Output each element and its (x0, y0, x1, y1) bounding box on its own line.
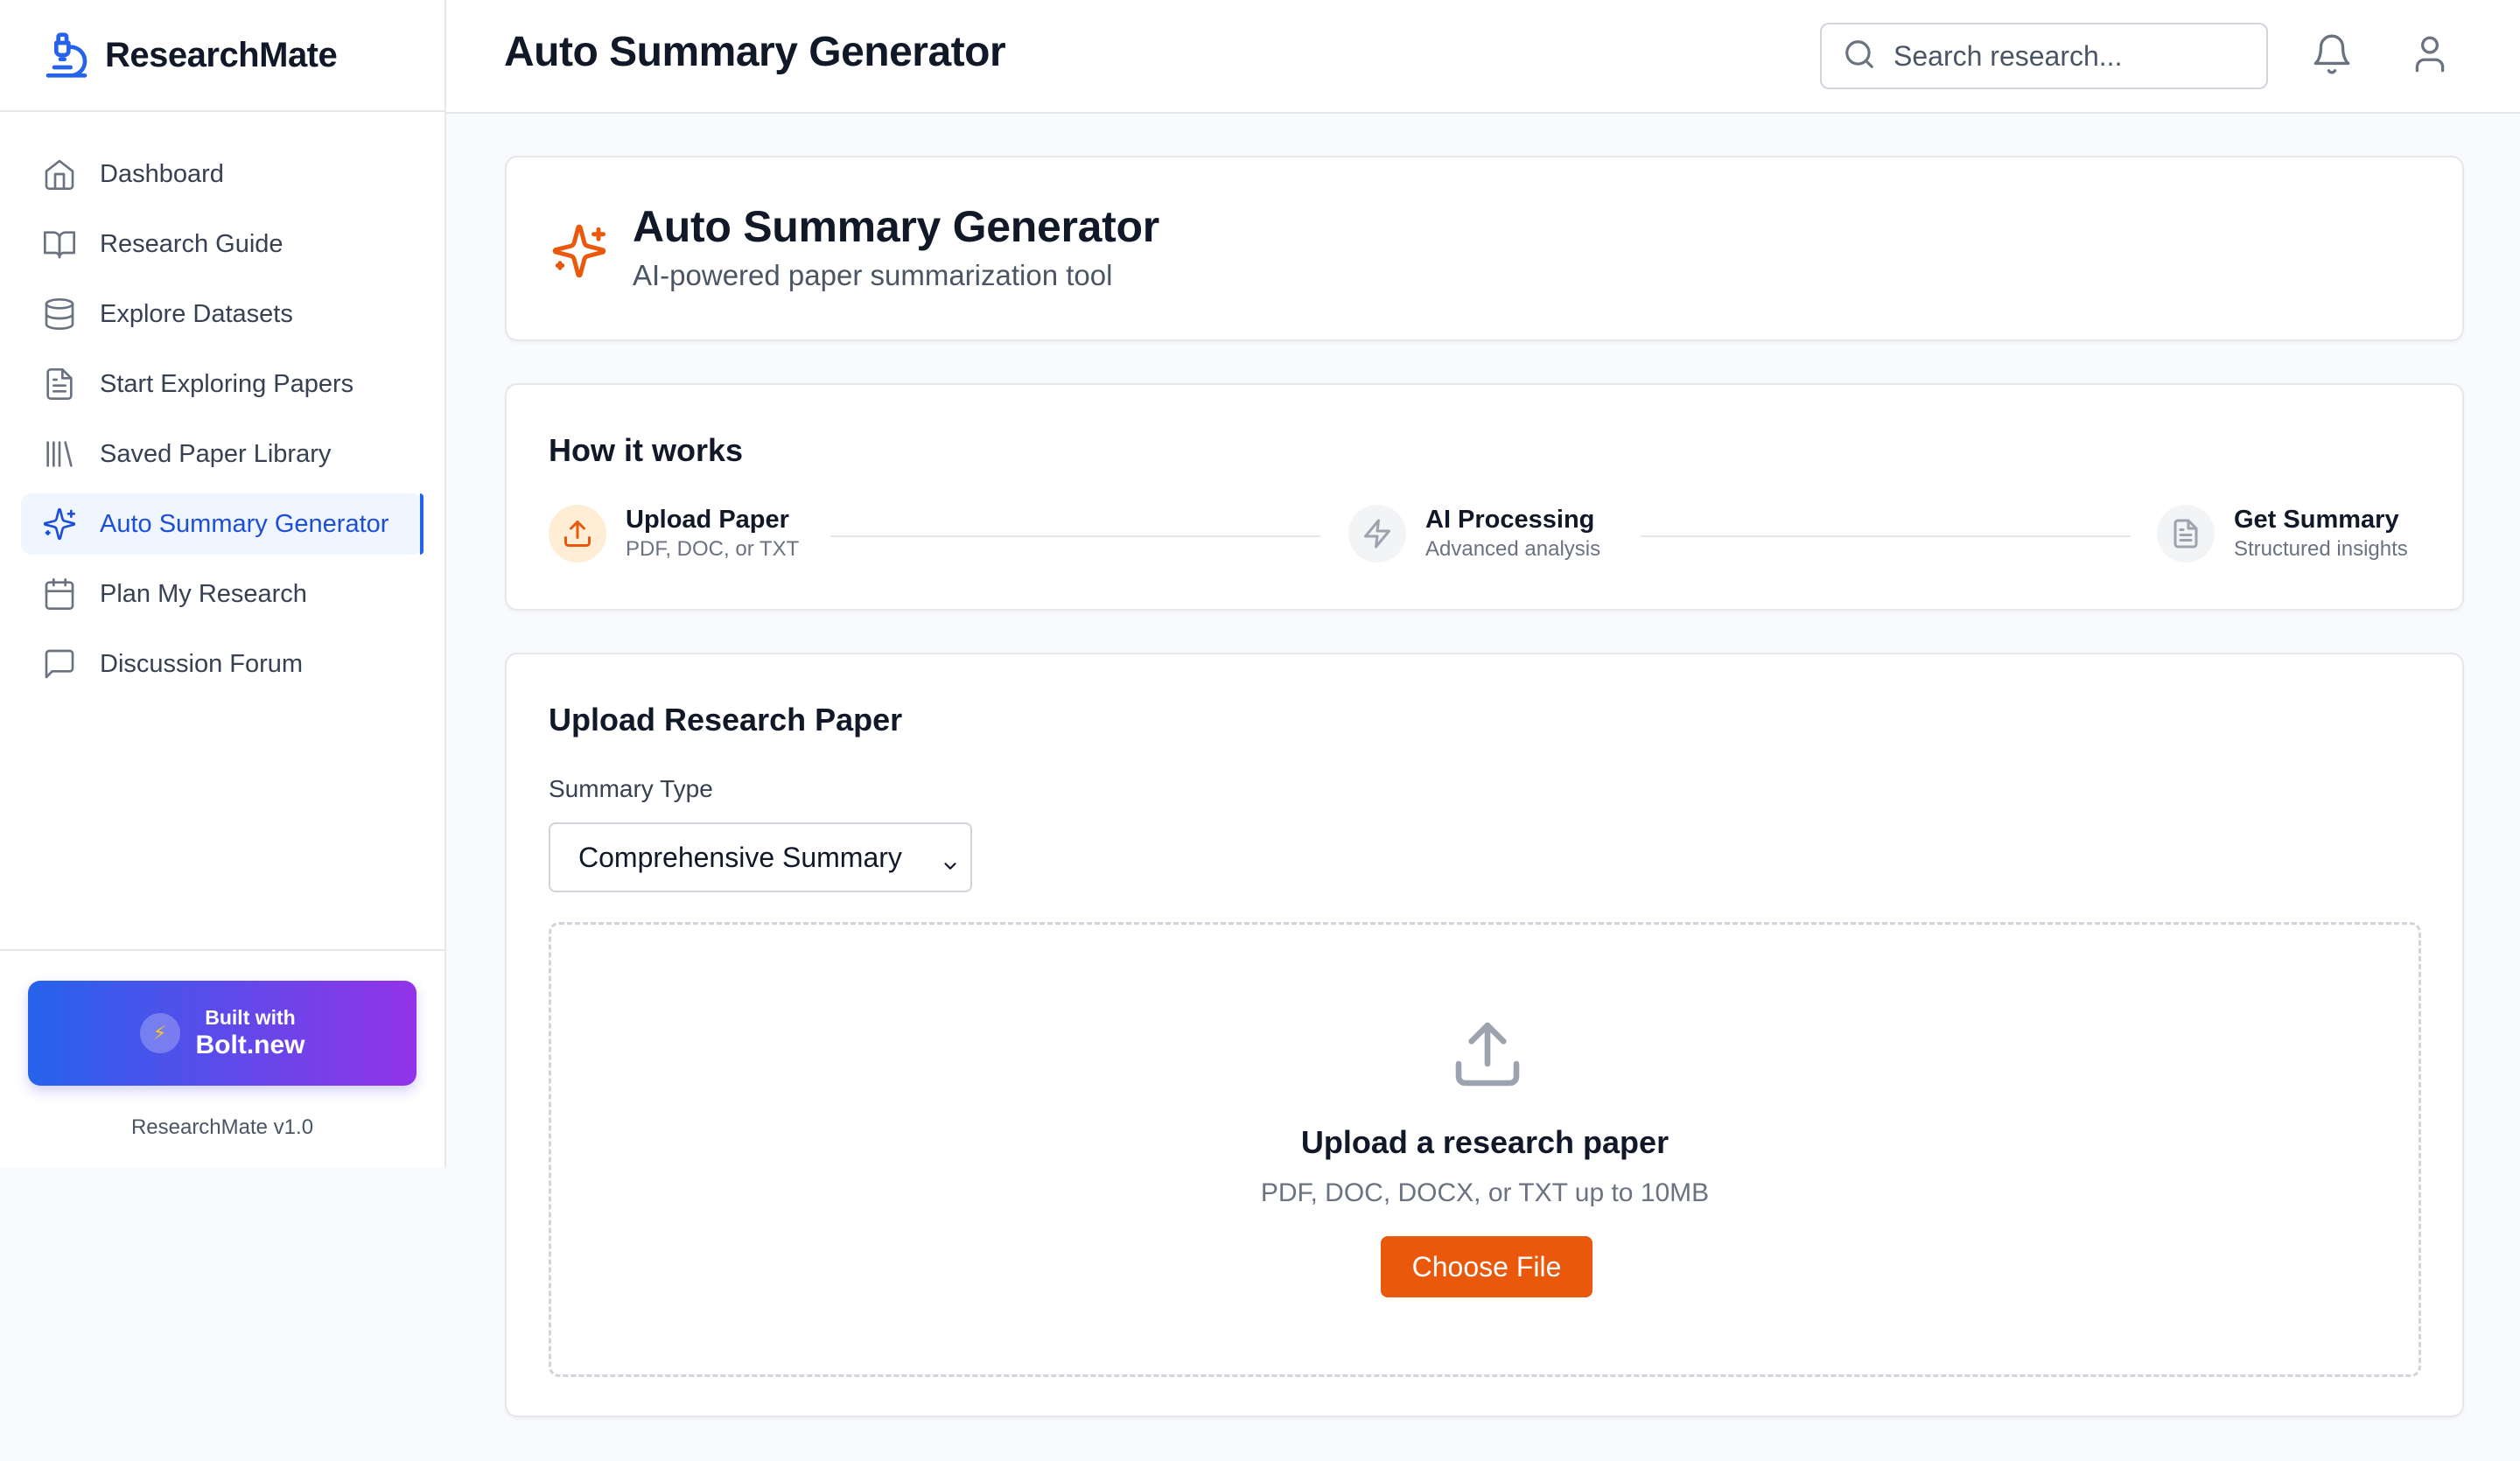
bolt-bottom-label: Bolt.new (195, 1031, 305, 1059)
calendar-icon (42, 577, 77, 612)
sidebar-item-start-exploring-papers[interactable]: Start Exploring Papers (21, 353, 424, 415)
step-connector (830, 535, 1320, 537)
step-get-summary: Get Summary Structured insights (2157, 504, 2408, 563)
sidebar-item-label: Saved Paper Library (100, 439, 332, 468)
step-desc: PDF, DOC, or TXT (626, 537, 800, 561)
file-text-icon (2157, 505, 2215, 563)
sparkles-icon (42, 507, 77, 542)
upload-card: Upload Research Paper Summary Type Compr… (505, 653, 2464, 1417)
sidebar-item-research-guide[interactable]: Research Guide (21, 213, 424, 275)
step-text: AI Processing Advanced analysis (1425, 504, 1600, 563)
user-icon[interactable] (2408, 31, 2452, 81)
sidebar-item-label: Research Guide (100, 229, 284, 258)
file-dropzone[interactable]: Upload a research paper PDF, DOC, DOCX, … (549, 922, 2421, 1377)
chevron-down-icon (941, 850, 960, 883)
brand[interactable]: ResearchMate (0, 0, 444, 112)
how-it-works-card: How it works Upload Paper PDF, DOC, or T… (505, 383, 2464, 611)
upload-icon (549, 505, 606, 563)
sidebar-item-label: Auto Summary Generator (100, 509, 389, 538)
sidebar-item-plan-my-research[interactable]: Plan My Research (21, 563, 424, 625)
sidebar-item-label: Dashboard (100, 159, 224, 188)
book-open-icon (42, 227, 77, 262)
home-icon (42, 157, 77, 192)
intro-subtitle: AI-powered paper summarization tool (633, 259, 1113, 291)
search-box[interactable] (1820, 23, 2268, 89)
search-icon (1843, 38, 1876, 75)
upload-title: Upload Research Paper (549, 702, 903, 737)
step-desc: Structured insights (2234, 537, 2408, 561)
sparkles-icon (550, 222, 608, 284)
step-connector (1641, 535, 2131, 537)
database-icon (42, 297, 77, 332)
sidebar-item-label: Explore Datasets (100, 299, 293, 328)
sidebar-item-explore-datasets[interactable]: Explore Datasets (21, 283, 424, 345)
choose-file-button[interactable]: Choose File (1381, 1236, 1592, 1297)
dropzone-subtitle: PDF, DOC, DOCX, or TXT up to 10MB (1260, 1178, 1710, 1207)
step-ai-processing: AI Processing Advanced analysis (1348, 504, 1600, 563)
search-input[interactable] (1892, 38, 2245, 73)
upload-icon (1449, 1016, 1526, 1097)
sidebar-item-label: Plan My Research (100, 579, 307, 608)
page-title: Auto Summary Generator (504, 29, 1006, 75)
step-name: Get Summary (2234, 506, 2399, 534)
sidebar-item-label: Start Exploring Papers (100, 369, 354, 398)
summary-type-label: Summary Type (549, 775, 713, 802)
app-version: ResearchMate v1.0 (130, 1115, 314, 1139)
step-text: Get Summary Structured insights (2234, 504, 2408, 563)
sidebar-footer: ⚡ Built with Bolt.new ResearchMate v1.0 (0, 949, 444, 1140)
step-name: AI Processing (1425, 506, 1595, 534)
step-name: Upload Paper (626, 506, 789, 534)
intro-title: Auto Summary Generator (633, 202, 1159, 251)
sidebar-item-auto-summary-generator[interactable]: Auto Summary Generator (21, 493, 424, 555)
how-it-works-title: How it works (549, 432, 744, 468)
microscope-icon (42, 29, 91, 81)
file-text-icon (42, 367, 77, 402)
sidebar-item-label: Discussion Forum (100, 649, 304, 678)
bolt-icon: ⚡ (139, 1013, 180, 1053)
sidebar-item-discussion-forum[interactable]: Discussion Forum (21, 633, 424, 695)
bolt-top-label: Built with (205, 1006, 296, 1029)
sidebar: ResearchMate Dashboard Research Guide Ex… (0, 0, 446, 1168)
step-upload: Upload Paper PDF, DOC, or TXT (549, 504, 799, 563)
dropzone-title: Upload a research paper (1300, 1124, 1670, 1160)
summary-type-value: Comprehensive Summary (578, 841, 902, 873)
sidebar-item-saved-paper-library[interactable]: Saved Paper Library (21, 423, 424, 485)
built-with-bolt-button[interactable]: ⚡ Built with Bolt.new (28, 981, 416, 1086)
sidebar-nav: Dashboard Research Guide Explore Dataset… (0, 112, 444, 695)
bolt-text: Built with Bolt.new (196, 1005, 305, 1061)
sidebar-item-dashboard[interactable]: Dashboard (21, 143, 424, 205)
brand-name: ResearchMate (105, 35, 338, 74)
message-square-icon (42, 647, 77, 682)
summary-type-select[interactable]: Comprehensive Summary (549, 822, 972, 892)
bell-icon[interactable] (2310, 31, 2354, 81)
zap-icon (1348, 505, 1406, 563)
top-header: Auto Summary Generator (446, 0, 2520, 114)
intro-card: Auto Summary Generator AI-powered paper … (505, 156, 2464, 341)
step-text: Upload Paper PDF, DOC, or TXT (626, 504, 799, 563)
library-icon (42, 437, 77, 472)
step-desc: Advanced analysis (1425, 537, 1601, 561)
